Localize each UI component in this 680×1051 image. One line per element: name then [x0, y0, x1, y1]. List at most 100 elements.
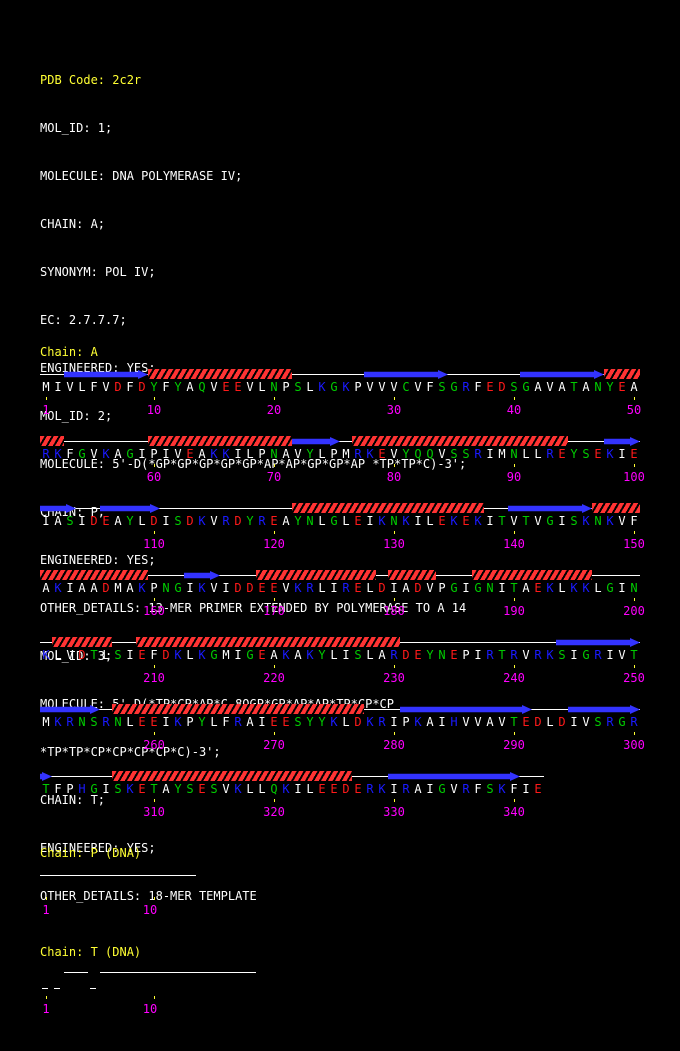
residue: K	[570, 581, 578, 595]
residue: P	[330, 447, 338, 461]
residue: G	[246, 648, 254, 662]
residue: G	[522, 380, 530, 394]
residue: V	[282, 581, 290, 595]
residue-number: 10	[146, 403, 162, 417]
tick-mark	[514, 732, 515, 735]
residue: D	[354, 715, 362, 729]
residue: K	[282, 782, 290, 796]
residue: L	[342, 715, 350, 729]
sequence-row: TFPHGISKETAYSESVKLLQKILEEDERKIRAIGVRFSKF…	[40, 781, 640, 797]
residue: K	[378, 514, 386, 528]
residue: L	[306, 380, 314, 394]
residue: R	[354, 447, 362, 461]
residue: E	[378, 447, 386, 461]
residue-number: 40	[506, 403, 522, 417]
residue: K	[294, 581, 302, 595]
residue: I	[186, 581, 194, 595]
residue: S	[294, 715, 302, 729]
residue: D	[150, 514, 158, 528]
residue: Y	[174, 380, 182, 394]
residue: V	[210, 514, 218, 528]
residue: K	[402, 514, 410, 528]
tick-mark	[634, 531, 635, 534]
residue-number: 80	[386, 470, 402, 484]
residue: I	[162, 447, 170, 461]
tick-mark	[394, 397, 395, 400]
residue: L	[366, 581, 374, 595]
residue: D	[414, 581, 422, 595]
residue: R	[402, 782, 410, 796]
residue: T	[630, 648, 638, 662]
tick-mark	[394, 464, 395, 467]
residue: P	[186, 715, 194, 729]
helix-segment	[604, 369, 640, 379]
tick-mark	[154, 996, 155, 999]
residue: E	[258, 581, 266, 595]
residue: Y	[126, 514, 134, 528]
residue: T	[90, 648, 98, 662]
tick-mark	[514, 397, 515, 400]
residue-number: 10	[142, 903, 158, 917]
residue: S	[450, 447, 458, 461]
strand-arrow	[568, 705, 640, 714]
residue: L	[594, 581, 602, 595]
residue: M	[114, 581, 122, 595]
chain-t-gap-mark	[54, 988, 60, 989]
residue: Y	[426, 648, 434, 662]
residue: S	[594, 715, 602, 729]
residue: E	[414, 648, 422, 662]
residue: T	[150, 782, 158, 796]
residue: I	[474, 648, 482, 662]
residue: R	[462, 782, 470, 796]
helix-segment	[148, 436, 292, 446]
helix-segment	[40, 570, 148, 580]
residue: E	[270, 715, 278, 729]
residue-number: 220	[263, 671, 285, 685]
residue: A	[198, 447, 206, 461]
residue: G	[582, 648, 590, 662]
sequence-row: AKIAADMAKPNGIKVIDDEEVKRLIRELDIADVPGIGNIT…	[40, 580, 640, 596]
residue: E	[534, 581, 542, 595]
residue: L	[210, 715, 218, 729]
residue: L	[318, 447, 326, 461]
residue: A	[522, 581, 530, 595]
residue: Y	[318, 715, 326, 729]
tick-mark	[274, 464, 275, 467]
chain-a-sequence-view: MIVLFVDFDYFYAQVEEVLNPSLKGKPVVVCVFSGRFEDS…	[0, 0, 680, 1051]
residue: E	[450, 648, 458, 662]
residue: R	[342, 581, 350, 595]
residue: L	[366, 648, 374, 662]
residue: E	[138, 715, 146, 729]
residue: D	[138, 380, 146, 394]
residue-number: 1	[42, 1002, 50, 1016]
strand-arrow	[556, 638, 640, 647]
residue: R	[534, 648, 542, 662]
residue: K	[54, 581, 62, 595]
residue: A	[270, 648, 278, 662]
residue: V	[66, 380, 74, 394]
tick-mark	[274, 665, 275, 668]
sequence-row: RKFGVKAGIPIVEAKKILPNAVYLPMRKEVYQQVSSRIMN…	[40, 446, 640, 462]
residue: E	[354, 581, 362, 595]
residue: N	[162, 581, 170, 595]
residue: V	[438, 447, 446, 461]
residue: E	[138, 648, 146, 662]
residue: E	[270, 581, 278, 595]
residue: G	[90, 782, 98, 796]
tick-mark	[274, 531, 275, 534]
residue: E	[234, 380, 242, 394]
residue: A	[558, 380, 566, 394]
residue: N	[78, 715, 86, 729]
residue: I	[486, 514, 494, 528]
residue: I	[558, 514, 566, 528]
residue: Q	[198, 380, 206, 394]
residue: K	[546, 648, 554, 662]
residue: R	[258, 514, 266, 528]
residue: I	[78, 514, 86, 528]
residue: K	[306, 648, 314, 662]
strand-arrow	[100, 504, 160, 513]
tick-mark	[514, 464, 515, 467]
residue: S	[486, 782, 494, 796]
residue: V	[546, 380, 554, 394]
residue: A	[126, 581, 134, 595]
